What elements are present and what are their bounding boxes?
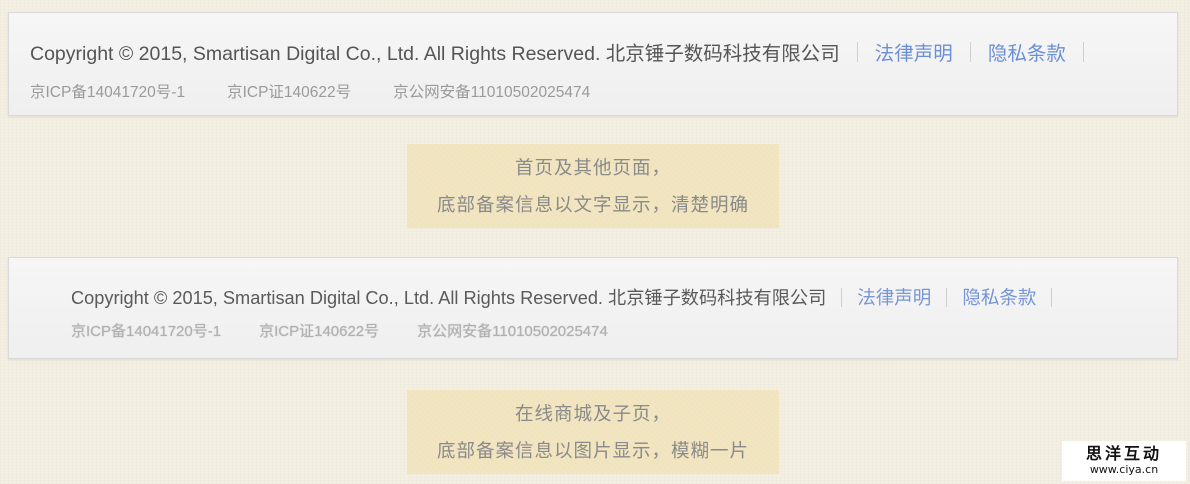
privacy-policy-link[interactable]: 隐私条款 xyxy=(962,284,1036,310)
icp-license-image[interactable]: 京ICP证140622号 xyxy=(259,320,379,341)
icp-image-row: 京ICP备14041720号-1 京ICP证140622号 京公网安备11010… xyxy=(71,320,608,341)
legal-notice-link[interactable]: 法律声明 xyxy=(857,284,931,310)
legal-notice-link[interactable]: 法律声明 xyxy=(875,37,953,66)
footer-main-row: Copyright © 2015, Smartisan Digital Co.,… xyxy=(30,37,1101,66)
divider xyxy=(1082,41,1084,62)
icp-record-link[interactable]: 京ICP备14041720号-1 xyxy=(30,80,185,102)
footer-main-row: Copyright © 2015, Smartisan Digital Co.,… xyxy=(71,284,1067,310)
caption-image-version: 在线商城及子页， 底部备案信息以图片显示，模糊一片 xyxy=(407,390,779,474)
watermark-logo: 思洋互动 www.ciya.cn xyxy=(1062,441,1186,481)
icp-record-image[interactable]: 京ICP备14041720号-1 xyxy=(71,320,221,341)
footer-image-version: Copyright © 2015, Smartisan Digital Co.,… xyxy=(8,257,1178,359)
footer-text-version: Copyright © 2015, Smartisan Digital Co.,… xyxy=(8,12,1178,116)
privacy-policy-link[interactable]: 隐私条款 xyxy=(988,37,1066,66)
divider xyxy=(969,41,971,62)
icp-license-link[interactable]: 京ICP证140622号 xyxy=(227,80,351,102)
caption-line: 在线商城及子页， xyxy=(514,404,671,425)
watermark-title: 思洋互动 xyxy=(1085,444,1162,463)
copyright-text: Copyright © 2015, Smartisan Digital Co.,… xyxy=(71,288,827,308)
watermark-url: www.ciya.cn xyxy=(1089,463,1159,476)
public-security-record-image[interactable]: 京公网安备11010502025474 xyxy=(417,320,608,341)
caption-text-version: 首页及其他页面， 底部备案信息以文字显示，清楚明确 xyxy=(407,144,779,228)
caption-line: 底部备案信息以图片显示，模糊一片 xyxy=(436,441,749,462)
caption-line: 首页及其他页面， xyxy=(514,158,671,179)
caption-line: 底部备案信息以文字显示，清楚明确 xyxy=(436,195,749,216)
icp-row: 京ICP备14041720号-1 京ICP证140622号 京公网安备11010… xyxy=(30,80,590,102)
divider xyxy=(841,287,843,307)
divider xyxy=(856,41,858,62)
copyright-text: Copyright © 2015, Smartisan Digital Co.,… xyxy=(30,43,840,65)
divider xyxy=(1051,287,1053,307)
divider xyxy=(946,287,948,307)
public-security-record-link[interactable]: 京公网安备11010502025474 xyxy=(393,80,590,102)
